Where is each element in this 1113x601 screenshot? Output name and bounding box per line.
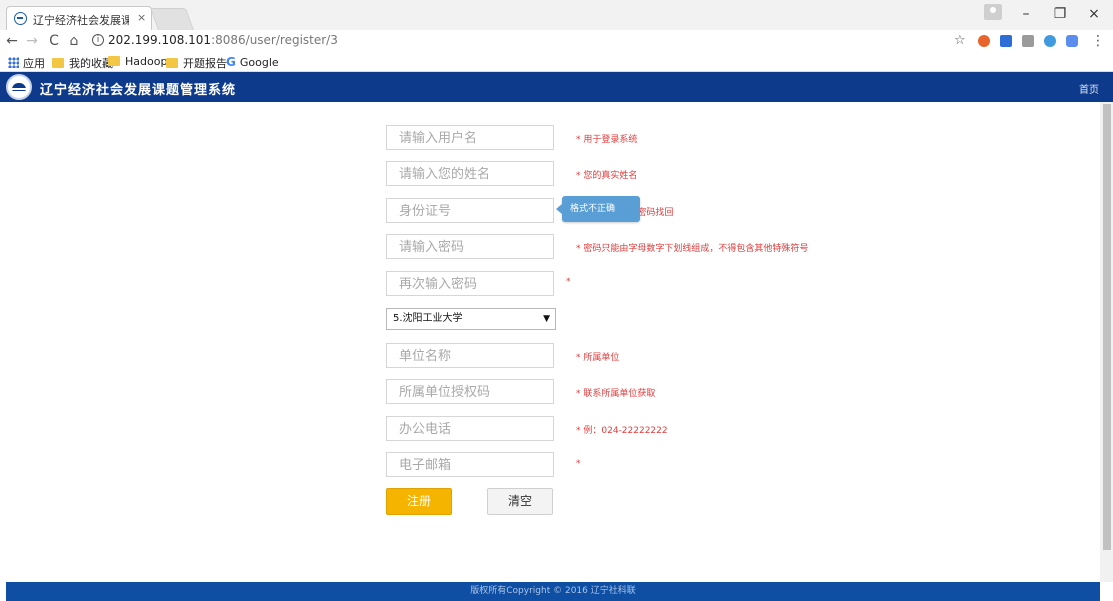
realname-input[interactable] xyxy=(386,161,554,186)
site-header: 辽宁经济社会发展课题管理系统 首页 xyxy=(0,72,1113,102)
school-select-value: 5.沈阳工业大学 xyxy=(393,313,463,324)
folder-icon xyxy=(52,58,64,68)
restore-button[interactable]: ❐ xyxy=(1050,6,1070,22)
bookmark-star-icon[interactable]: ☆ xyxy=(954,33,966,48)
dropdown-caret-icon: ▼ xyxy=(543,314,550,324)
bookmark-favorites[interactable]: 我的收藏 xyxy=(52,55,113,71)
browser-tab[interactable]: 辽宁经济社会发展课题管 × xyxy=(6,6,152,30)
menu-icon[interactable]: ⋮ xyxy=(1090,33,1106,49)
bookmark-label: 应用 xyxy=(23,57,45,70)
extension-icon[interactable] xyxy=(1022,35,1034,47)
bookmark-label: Hadoop xyxy=(125,55,168,68)
scrollbar-thumb[interactable] xyxy=(1103,104,1111,550)
bookmark-label: 开题报告 xyxy=(183,57,227,70)
home-link[interactable]: 首页 xyxy=(1079,81,1099,96)
profile-icon[interactable] xyxy=(984,4,1002,20)
tab-close-icon[interactable]: × xyxy=(137,11,146,24)
unit-name-input[interactable] xyxy=(386,343,554,368)
extension-icon[interactable] xyxy=(1066,35,1078,47)
site-title: 辽宁经济社会发展课题管理系统 xyxy=(40,83,237,98)
bookmark-proposal[interactable]: 开题报告 xyxy=(166,55,227,71)
address-bar: ← → C ⌂ i 202.199.108.101:8086/user/regi… xyxy=(0,30,1113,52)
clear-button[interactable]: 清空 xyxy=(487,488,553,515)
school-select[interactable]: 5.沈阳工业大学 ▼ xyxy=(386,308,556,330)
site-favicon-icon xyxy=(14,12,27,25)
bookmark-label: Google xyxy=(239,56,279,69)
email-input[interactable] xyxy=(386,452,554,477)
site-logo-icon xyxy=(6,74,32,100)
idcard-input[interactable] xyxy=(386,198,554,223)
url-path: :8086/user/register/3 xyxy=(211,33,338,47)
password-input[interactable] xyxy=(386,234,554,259)
window-close-button[interactable]: × xyxy=(1084,6,1104,22)
validation-tooltip: 格式不正确 xyxy=(556,196,640,222)
reload-icon[interactable]: C xyxy=(46,33,62,49)
google-icon: G xyxy=(226,55,236,69)
folder-icon xyxy=(166,58,178,68)
page-footer: 版权所有Copyright © 2016 辽宁社科联 xyxy=(6,582,1100,601)
extension-icon[interactable] xyxy=(1044,35,1056,47)
forward-icon[interactable]: → xyxy=(24,33,40,49)
url-input[interactable]: i 202.199.108.101:8086/user/register/3 xyxy=(88,32,948,50)
unit-name-hint: * 所属单位 xyxy=(576,353,620,363)
extension-icon[interactable] xyxy=(978,35,990,47)
bookmark-hadoop[interactable]: Hadoop xyxy=(108,55,167,68)
password-hint: * 密码只能由字母数字下划线组成，不得包含其他特殊符号 xyxy=(576,244,809,254)
browser-tab-bar: 辽宁经济社会发展课题管 × – ❐ × xyxy=(0,0,1113,30)
copyright-text: 版权所有Copyright © 2016 辽宁社科联 xyxy=(470,586,636,596)
folder-icon xyxy=(108,56,120,66)
bookmarks-bar: 应用 我的收藏 Hadoop 开题报告 G Google xyxy=(0,52,1113,72)
apps-icon xyxy=(8,57,19,68)
bookmark-label: 我的收藏 xyxy=(69,57,113,70)
bookmark-apps[interactable]: 应用 xyxy=(8,55,45,71)
register-button[interactable]: 注册 xyxy=(386,488,452,515)
phone-hint: * 例：024-22222222 xyxy=(576,426,668,436)
auth-code-hint: * 联系所属单位获取 xyxy=(576,389,656,399)
username-input[interactable] xyxy=(386,125,554,150)
new-tab-button[interactable] xyxy=(149,8,195,30)
info-icon[interactable]: i xyxy=(92,34,104,46)
phone-input[interactable] xyxy=(386,416,554,441)
confirm-password-hint: * xyxy=(566,277,571,287)
email-hint: * xyxy=(576,459,581,469)
tab-title: 辽宁经济社会发展课题管 xyxy=(33,14,129,27)
realname-hint: * 您的真实姓名 xyxy=(576,171,638,181)
back-icon[interactable]: ← xyxy=(4,33,20,49)
auth-code-input[interactable] xyxy=(386,379,554,404)
bookmark-google[interactable]: G Google xyxy=(226,55,279,69)
minimize-button[interactable]: – xyxy=(1016,6,1036,22)
username-hint: * 用于登录系统 xyxy=(576,135,638,145)
home-icon[interactable]: ⌂ xyxy=(66,33,82,49)
extension-icon[interactable] xyxy=(1000,35,1012,47)
confirm-password-input[interactable] xyxy=(386,271,554,296)
url-host: 202.199.108.101 xyxy=(108,33,212,47)
